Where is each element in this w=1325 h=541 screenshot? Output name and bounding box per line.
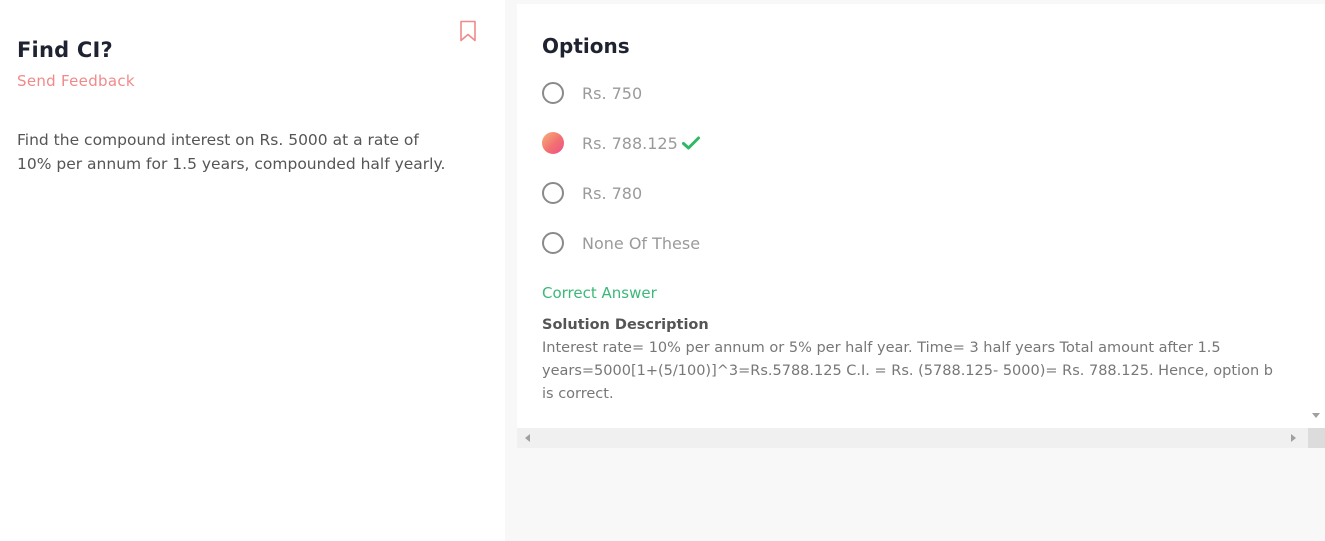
options-title: Options: [542, 34, 630, 58]
option-c[interactable]: Rs. 780: [542, 179, 642, 207]
option-label: Rs. 788.125: [582, 133, 678, 153]
radio-button[interactable]: [542, 182, 564, 204]
solution-text: Interest rate= 10% per annum or 5% per h…: [542, 340, 1273, 402]
option-label: None Of These: [582, 233, 701, 253]
radio-button-selected[interactable]: [542, 132, 564, 154]
options-card: Options Rs. 750 Rs. 788.125 Rs. 780 None…: [517, 4, 1308, 428]
correct-answer-label: Correct Answer: [542, 284, 657, 302]
check-icon: [681, 136, 700, 150]
question-title: Find CI?: [17, 38, 113, 62]
option-label: Rs. 750: [582, 83, 643, 103]
option-a[interactable]: Rs. 750: [542, 79, 642, 107]
radio-button[interactable]: [542, 232, 564, 254]
horizontal-scrollbar[interactable]: [517, 428, 1308, 448]
scroll-down-arrow-icon[interactable]: [1312, 413, 1320, 418]
option-d[interactable]: None Of These: [542, 229, 700, 257]
option-b[interactable]: Rs. 788.125: [542, 129, 700, 157]
vertical-scrollbar[interactable]: [1308, 4, 1325, 428]
radio-button[interactable]: [542, 82, 564, 104]
send-feedback-link[interactable]: Send Feedback: [17, 72, 135, 90]
scroll-left-arrow-icon[interactable]: [525, 434, 530, 442]
option-label: Rs. 780: [582, 183, 643, 203]
scroll-right-arrow-icon[interactable]: [1291, 434, 1296, 442]
solution-heading: Solution Description: [542, 317, 709, 333]
question-panel: Find CI? Send Feedback Find the compound…: [0, 0, 505, 541]
question-text: Find the compound interest on Rs. 5000 a…: [17, 131, 446, 173]
scrollbar-corner: [1308, 428, 1325, 448]
answer-area: Options Rs. 750 Rs. 788.125 Rs. 780 None…: [505, 0, 1325, 541]
bookmark-icon[interactable]: [459, 20, 477, 42]
